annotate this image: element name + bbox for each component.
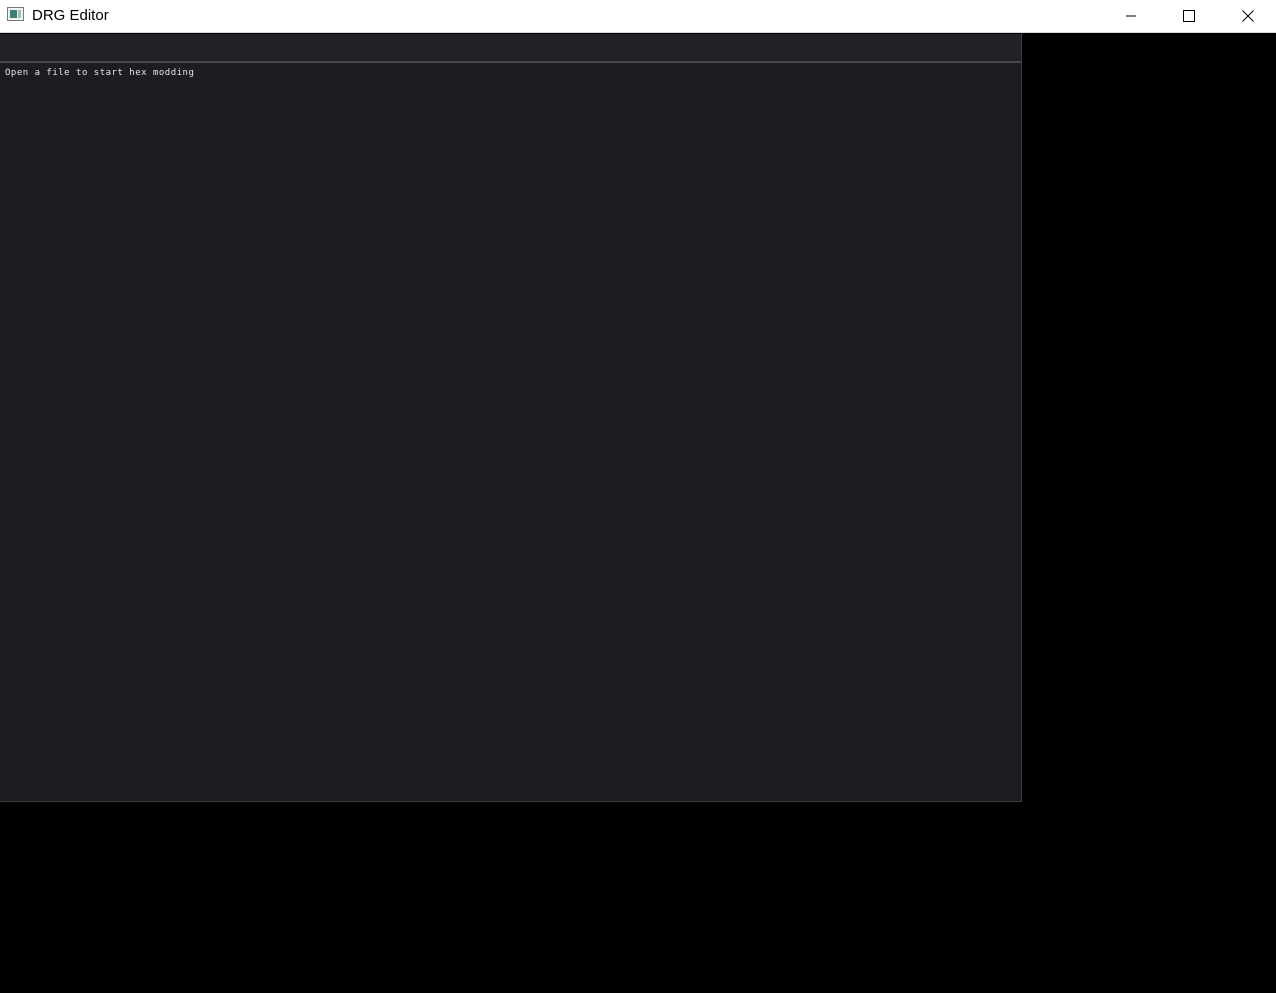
window-title: DRG Editor <box>32 7 109 24</box>
minimize-icon <box>1126 15 1136 16</box>
maximize-icon <box>1183 9 1195 22</box>
app-icon-panel <box>10 10 17 18</box>
minimize-button[interactable] <box>1108 0 1154 31</box>
menu-bar[interactable] <box>0 34 1021 63</box>
app-icon-panel-secondary <box>18 10 21 18</box>
title-bar[interactable]: DRG Editor <box>0 0 1276 33</box>
editor-panel: Open a file to start hex modding <box>0 34 1022 802</box>
status-message: Open a file to start hex modding <box>5 68 195 78</box>
maximize-button[interactable] <box>1166 0 1212 31</box>
app-icon[interactable] <box>7 7 24 21</box>
app-window: DRG Editor Open a file to start hex modd… <box>0 0 1276 993</box>
close-button[interactable] <box>1225 0 1271 31</box>
close-icon <box>1242 9 1254 22</box>
